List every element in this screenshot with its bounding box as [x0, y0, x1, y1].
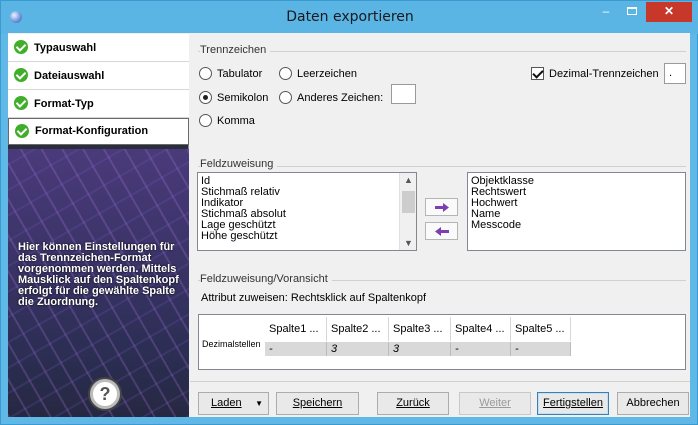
radio-leerzeichen[interactable]: Leerzeichen: [279, 67, 357, 80]
radio-label: Komma: [217, 114, 255, 127]
radio-circle: [199, 114, 212, 127]
check-icon: [14, 96, 28, 110]
button-label: Laden: [211, 397, 242, 409]
radio-label: Semikolon: [217, 91, 269, 104]
check-icon: [15, 124, 29, 138]
radio-label: Leerzeichen: [297, 67, 357, 80]
checkbox-checked: [531, 67, 544, 80]
radio-semikolon[interactable]: Semikolon: [199, 91, 268, 104]
step-format-konfiguration[interactable]: Format-Konfiguration: [8, 118, 189, 145]
radio-circle: [199, 67, 212, 80]
title-bar[interactable]: Daten exportieren – ✕: [1, 1, 698, 34]
list-item[interactable]: Höhe geschützt: [198, 231, 416, 242]
step-dateiauswahl[interactable]: Dateiauswahl: [8, 62, 189, 90]
fertigstellen-button[interactable]: Fertigstellen: [537, 392, 609, 415]
step-hint-text: Hier können Einstellungen für das Trennz…: [18, 241, 179, 308]
dezimal-trennzeichen-input[interactable]: .: [664, 63, 686, 84]
radio-komma[interactable]: Komma: [199, 114, 255, 127]
minimize-button[interactable]: –: [593, 2, 619, 22]
radio-label: Tabulator: [217, 67, 263, 80]
wizard-steps: Typauswahl Dateiauswahl Format-Typ Forma…: [8, 34, 189, 145]
step-label: Format-Konfiguration: [35, 125, 149, 137]
column-header[interactable]: Spalte4 ...: [451, 317, 511, 341]
grid-cell[interactable]: 3: [389, 342, 451, 356]
laden-split-button[interactable]: Laden ▼: [198, 392, 269, 415]
scroll-thumb[interactable]: [402, 191, 415, 213]
vertical-scrollbar[interactable]: ▲ ▼: [399, 173, 416, 250]
feldzuweisung-group-label: Feldzuweisung: [200, 158, 278, 170]
step-format-typ[interactable]: Format-Typ: [8, 90, 189, 118]
voransicht-hint: Attribut zuweisen: Rechtsklick auf Spalt…: [201, 292, 427, 304]
check-icon: [14, 40, 28, 54]
assign-field-button[interactable]: [425, 198, 458, 216]
abbrechen-button[interactable]: Abbrechen: [617, 392, 689, 415]
row-header-dezimalstellen: Dezimalstellen: [202, 339, 261, 349]
preview-grid[interactable]: Dezimalstellen Spalte1 ... Spalte2 ... S…: [198, 314, 686, 370]
help-button[interactable]: ?: [90, 379, 120, 409]
speichern-button[interactable]: Speichern: [276, 392, 359, 415]
maximize-icon: [627, 7, 637, 15]
dezimal-trennzeichen-checkbox[interactable]: Dezimal-Trennzeichen: [531, 67, 659, 80]
button-bar-divider: [190, 381, 690, 382]
step-label: Format-Typ: [34, 98, 94, 110]
button-label: Zurück: [396, 397, 430, 409]
button-label: Speichern: [292, 397, 343, 409]
weiter-button[interactable]: Weiter: [459, 392, 531, 415]
arrow-left-icon: [435, 227, 449, 236]
assigned-fields-list[interactable]: Objektklasse Rechtswert Hochwert Name Me…: [467, 172, 686, 251]
step-typauswahl[interactable]: Typauswahl: [8, 34, 189, 62]
list-item[interactable]: Messcode: [468, 220, 685, 231]
column-header[interactable]: Spalte3 ...: [389, 317, 451, 341]
zurueck-button[interactable]: Zurück: [377, 392, 449, 415]
available-fields-list[interactable]: Id Stichmaß relativ Indikator Stichmaß a…: [197, 172, 417, 251]
checkbox-label: Dezimal-Trennzeichen: [549, 67, 659, 80]
grid-cell[interactable]: -: [265, 342, 327, 356]
voransicht-group-label: Feldzuweisung/Voransicht: [200, 273, 332, 285]
step-label: Dateiauswahl: [34, 70, 105, 82]
column-header[interactable]: Spalte2 ...: [327, 317, 389, 341]
radio-circle: [279, 67, 292, 80]
arrow-right-icon: [435, 203, 449, 212]
scroll-up-icon[interactable]: ▲: [404, 175, 413, 185]
trennzeichen-group-label: Trennzeichen: [200, 44, 271, 56]
grid-cell[interactable]: -: [511, 342, 571, 356]
check-icon: [14, 68, 28, 82]
button-label: Fertigstellen: [543, 397, 603, 409]
scroll-down-icon[interactable]: ▼: [404, 238, 413, 248]
radio-circle: [279, 91, 292, 104]
grid-cell[interactable]: -: [451, 342, 511, 356]
column-header[interactable]: Spalte5 ...: [511, 317, 571, 341]
radio-label: Anderes Zeichen:: [297, 91, 384, 104]
radio-tabulator[interactable]: Tabulator: [199, 67, 262, 80]
radio-circle-selected: [199, 91, 212, 104]
grid-cell[interactable]: 3: [327, 342, 389, 356]
column-header[interactable]: Spalte1 ...: [265, 317, 327, 341]
list-item[interactable]: Hochwert: [468, 198, 685, 209]
maximize-button[interactable]: [619, 2, 645, 22]
button-label: Weiter: [479, 397, 511, 409]
dropdown-arrow-icon[interactable]: ▼: [255, 393, 263, 414]
step-label: Typauswahl: [34, 42, 97, 54]
button-label: Abbrechen: [626, 397, 680, 409]
close-button[interactable]: ✕: [646, 2, 692, 22]
wizard-sidebar: Typauswahl Dateiauswahl Format-Typ Forma…: [8, 34, 189, 417]
remove-field-button[interactable]: [425, 222, 458, 240]
anderes-zeichen-input[interactable]: [391, 84, 416, 104]
trennzeichen-group: [198, 51, 686, 52]
radio-anderes-zeichen[interactable]: Anderes Zeichen:: [279, 91, 383, 104]
